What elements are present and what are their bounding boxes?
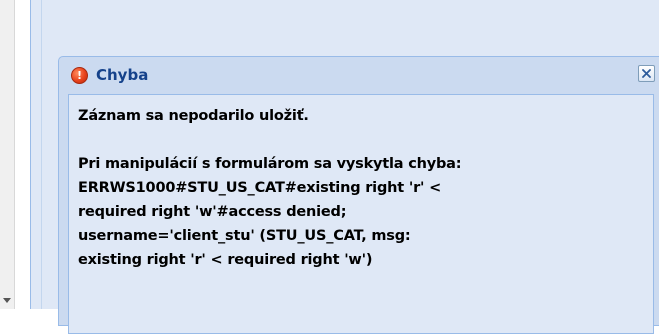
dialog-title: Chyba: [96, 66, 149, 84]
dialog-body: Záznam sa nepodarilo uložiť. Pri manipul…: [68, 94, 654, 334]
left-scrollbar[interactable]: [0, 0, 15, 309]
message-detail-line: required right 'w'#access denied;: [78, 204, 347, 220]
panel-divider: [41, 0, 42, 309]
dialog-header: ! Chyba: [59, 57, 659, 94]
message-detail-line: ERRWS1000#STU_US_CAT#existing right 'r' …: [78, 180, 442, 196]
error-message: Záznam sa nepodarilo uložiť. Pri manipul…: [78, 104, 653, 272]
message-detail-line: username='client_stu' (STU_US_CAT, msg:: [78, 228, 411, 244]
error-icon: !: [71, 67, 88, 84]
close-icon: [642, 69, 651, 78]
message-summary: Záznam sa nepodarilo uložiť.: [78, 108, 309, 124]
message-spacer: [78, 128, 653, 152]
message-detail-line: Pri manipulácií s formulárom sa vyskytla…: [78, 156, 462, 172]
scroll-down-arrow-icon[interactable]: [3, 298, 11, 303]
close-button[interactable]: [638, 65, 655, 82]
message-detail-line: existing right 'r' < required right 'w'): [78, 252, 373, 268]
error-dialog: ! Chyba Záznam sa nepodarilo uložiť. Pri…: [58, 56, 659, 334]
